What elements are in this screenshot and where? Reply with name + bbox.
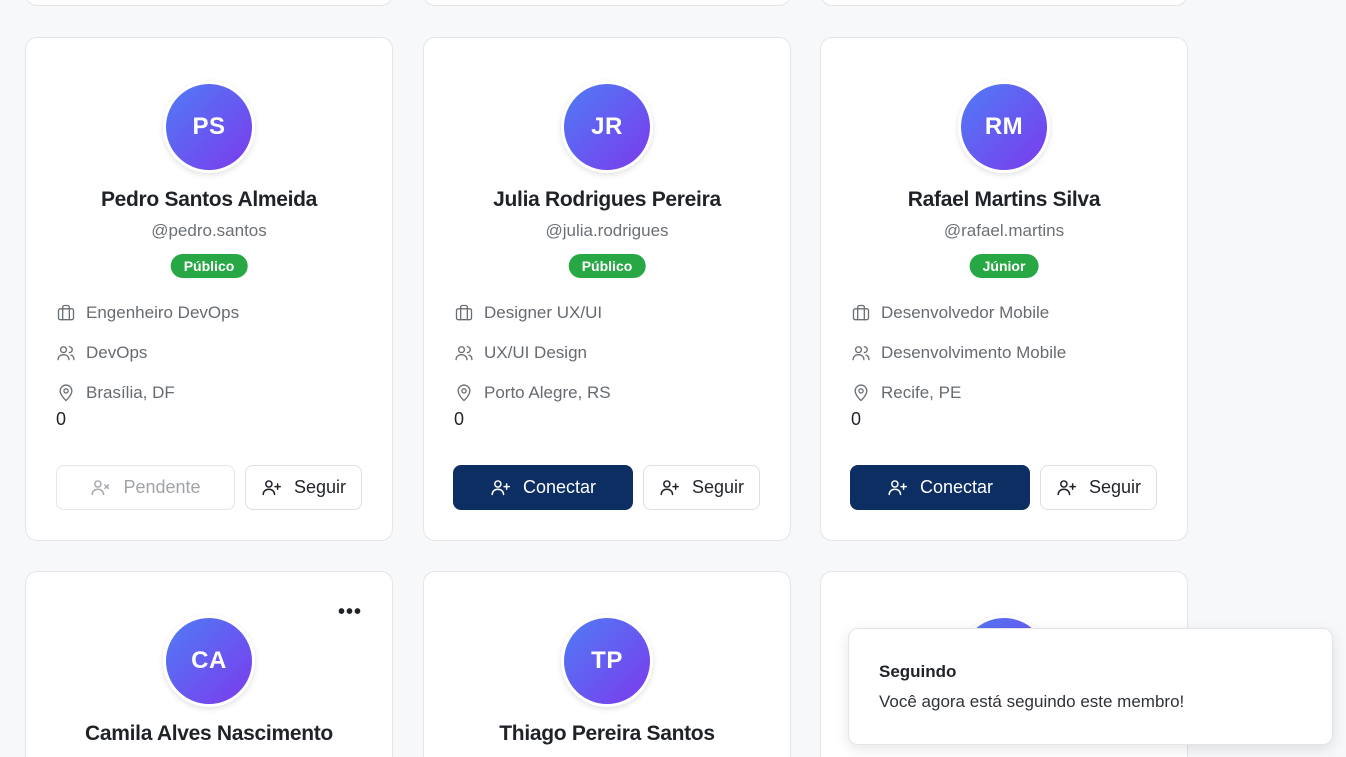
briefcase-icon [852,304,870,321]
team-text: UX/UI Design [484,343,587,362]
connection-count: 0 [454,409,465,429]
user-x-icon [91,480,110,496]
team-row: UX/UI Design [454,342,587,364]
user-plus-icon [888,480,907,496]
team-row: DevOps [56,342,147,364]
avatar: JR [561,81,653,173]
connection-count: 0 [851,409,862,429]
follow-button[interactable]: Seguir [1040,465,1157,510]
connection-count: 0 [56,409,67,429]
map-pin-icon [854,384,868,402]
avatar: CA [163,615,255,707]
user-plus-icon [660,480,679,496]
location-text: Recife, PE [881,383,962,402]
member-name: Camila Alves Nascimento [85,722,333,745]
member-card: TP Thiago Pereira Santos [423,571,791,757]
connect-label: Conectar [919,477,994,497]
briefcase-icon [57,304,75,321]
connect-button[interactable]: Conectar [850,465,1030,510]
status-badge: Público [170,254,248,278]
follow-button[interactable]: Seguir [245,465,362,510]
follow-label: Seguir [1088,477,1142,497]
follow-label: Seguir [293,477,347,497]
member-card: PS Pedro Santos Almeida @pedro.santos Pú… [25,37,393,541]
role-text: Engenheiro DevOps [86,303,240,322]
member-handle: @rafael.martins [943,221,1065,240]
team-row: Desenvolvimento Mobile [851,342,1066,364]
location-row: Porto Alegre, RS [454,382,611,404]
member-name: Pedro Santos Almeida [100,188,318,211]
users-icon [57,346,75,361]
role-text: Desenvolvedor Mobile [881,303,1050,322]
member-name: Julia Rodrigues Pereira [493,188,721,211]
toast-notification[interactable]: Seguindo Você agora está seguindo este m… [848,628,1333,745]
member-handle: @pedro.santos [151,221,267,240]
briefcase-icon [455,304,473,321]
user-plus-icon [262,480,281,496]
role-row: Designer UX/UI [454,302,602,324]
member-name: Thiago Pereira Santos [499,722,715,745]
location-row: Brasília, DF [56,382,175,404]
member-card-partial [25,0,393,6]
status-badge: Júnior [969,254,1039,278]
location-text: Porto Alegre, RS [484,383,611,402]
connect-button[interactable]: Conectar [453,465,633,510]
users-icon [455,346,473,361]
location-text: Brasília, DF [86,383,175,402]
follow-button[interactable]: Seguir [643,465,760,510]
role-text: Designer UX/UI [484,303,603,322]
connect-label: Conectar [522,477,597,497]
member-handle: @julia.rodrigues [545,221,669,240]
member-card-partial [423,0,791,6]
role-row: Desenvolvedor Mobile [851,302,1049,324]
member-card: ••• CA Camila Alves Nascimento [25,571,393,757]
users-icon [852,346,870,361]
pending-button[interactable]: Pendente [56,465,235,510]
avatar: RM [958,81,1050,173]
avatar: TP [561,615,653,707]
user-plus-icon [491,480,510,496]
role-row: Engenheiro DevOps [56,302,239,324]
location-row: Recife, PE [851,382,961,404]
follow-label: Seguir [691,477,745,497]
avatar: PS [163,81,255,173]
status-badge: Público [568,254,646,278]
map-pin-icon [457,384,471,402]
toast-title: Seguindo [879,662,957,681]
user-plus-icon [1057,480,1076,496]
member-card: JR Julia Rodrigues Pereira @julia.rodrig… [423,37,791,541]
map-pin-icon [59,384,73,402]
more-options-icon[interactable]: ••• [338,602,362,622]
member-card: RM Rafael Martins Silva @rafael.martins … [820,37,1188,541]
toast-message: Você agora está seguindo este membro! [879,692,1185,711]
team-text: DevOps [86,343,148,362]
member-card-partial [820,0,1188,6]
pending-label: Pendente [123,477,201,497]
member-name: Rafael Martins Silva [907,188,1101,211]
team-text: Desenvolvimento Mobile [881,343,1067,362]
